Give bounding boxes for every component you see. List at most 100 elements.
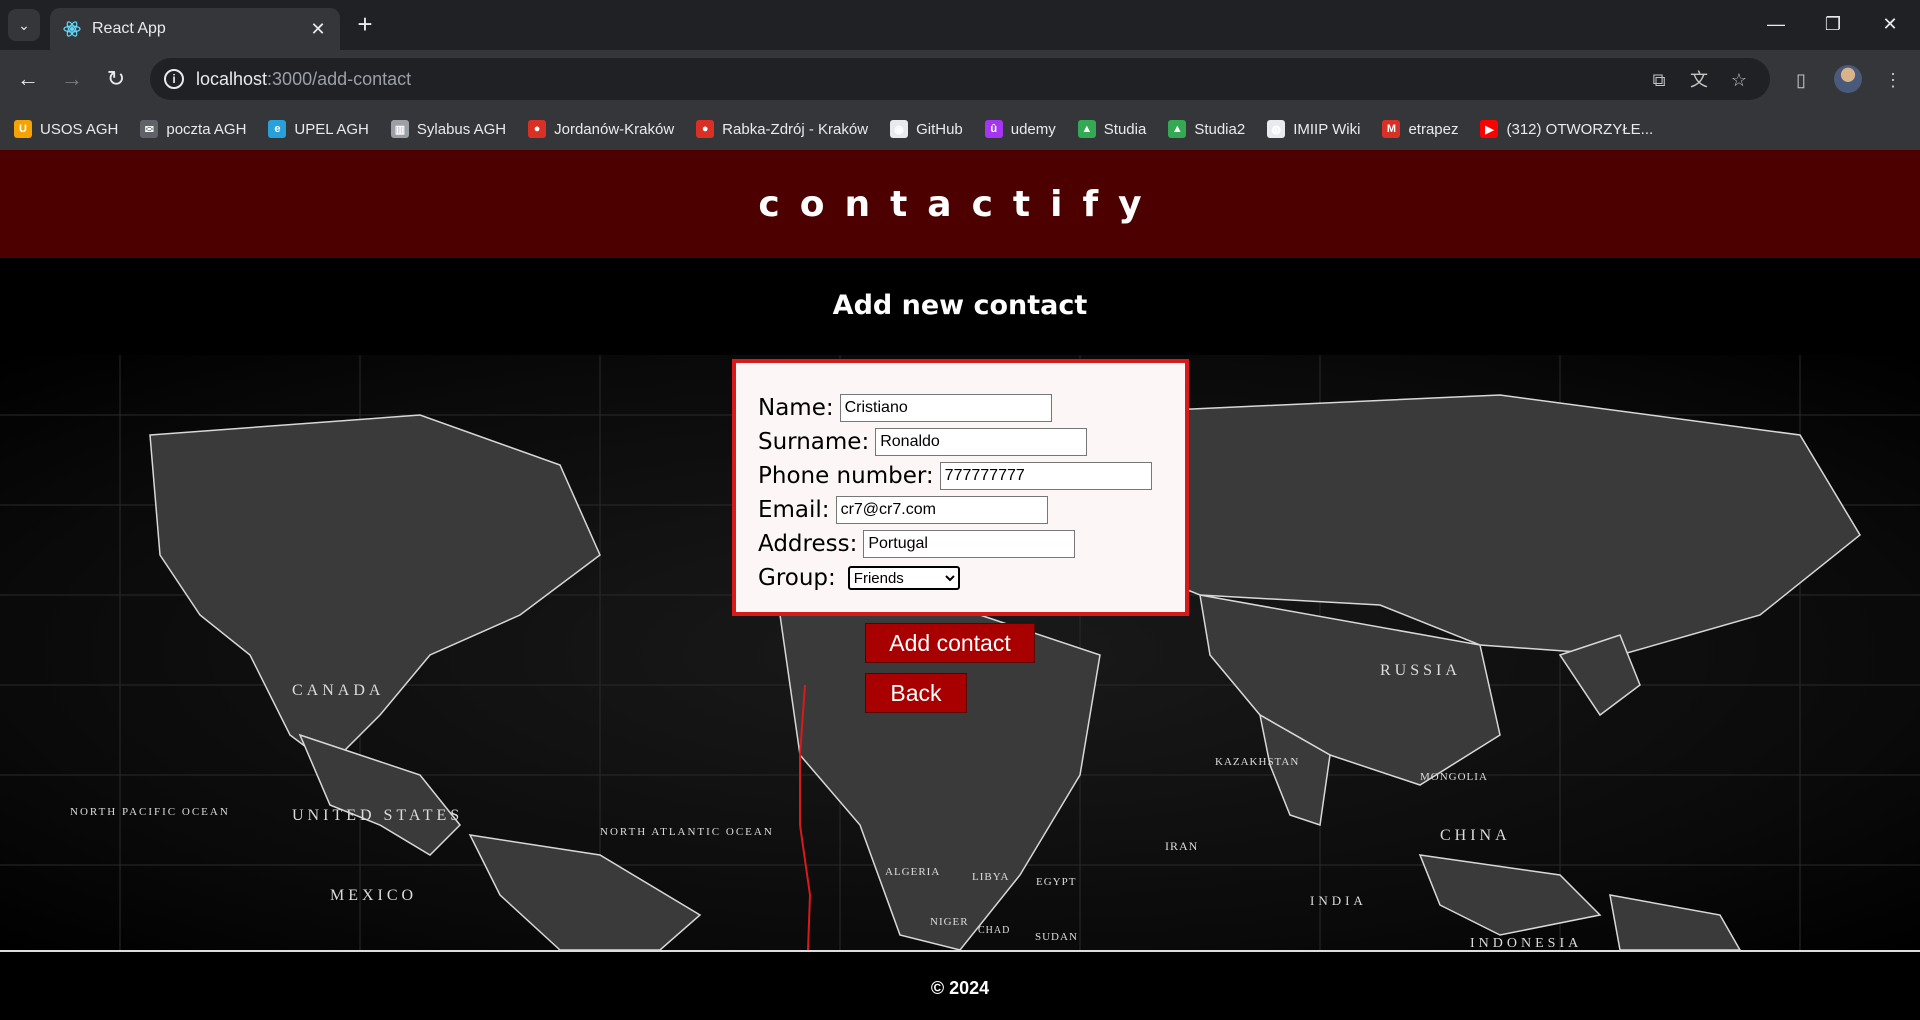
back-button[interactable]: Back bbox=[865, 673, 967, 713]
bookmark-item[interactable]: ● Jordanów-Kraków bbox=[528, 120, 674, 138]
bus-icon: ● bbox=[696, 120, 715, 138]
site-header: contactify bbox=[0, 150, 1920, 258]
side-panel-icon[interactable]: ▯ bbox=[1788, 67, 1814, 93]
new-tab-button[interactable]: + bbox=[352, 11, 378, 38]
page-heading: Add new contact bbox=[832, 290, 1088, 321]
bookmark-label: poczta AGH bbox=[166, 120, 247, 138]
tab-search-button[interactable]: ⌄ bbox=[8, 9, 40, 41]
bookmark-item[interactable]: ▥ Sylabus AGH bbox=[390, 120, 506, 138]
install-app-icon[interactable]: ⧉ bbox=[1646, 67, 1672, 93]
reload-icon[interactable]: ↻ bbox=[100, 63, 132, 95]
phone-row: Phone number: bbox=[758, 459, 1185, 493]
restore-icon[interactable]: ❐ bbox=[1813, 8, 1853, 40]
map-label-iran: IRAN bbox=[1165, 839, 1198, 853]
bookmark-item[interactable]: ◍ IMIIP Wiki bbox=[1267, 120, 1360, 138]
github-icon: ◉ bbox=[890, 120, 909, 138]
map-label-indonesia: INDONESIA bbox=[1470, 936, 1582, 950]
bookmark-item[interactable]: U USOS AGH bbox=[14, 120, 118, 138]
map-label-algeria: ALGERIA bbox=[885, 866, 940, 878]
map-label-india: INDIA bbox=[1310, 893, 1367, 908]
upel-icon: e bbox=[268, 120, 287, 138]
name-label: Name: bbox=[758, 395, 834, 421]
browser-tab[interactable]: React App ✕ bbox=[50, 8, 340, 50]
page-viewport: contactify Add new contact CANADA UNITED… bbox=[0, 150, 1920, 1020]
add-contact-form: Name: Surname: Phone number: Email: Addr… bbox=[732, 359, 1189, 616]
bookmark-item[interactable]: ◉ GitHub bbox=[890, 120, 963, 138]
address-input[interactable] bbox=[863, 530, 1076, 558]
map-label-mongolia: MONGOLIA bbox=[1420, 771, 1488, 783]
map-label-china: CHINA bbox=[1440, 827, 1511, 844]
surname-row: Surname: bbox=[758, 425, 1185, 459]
globe-icon: ◍ bbox=[1267, 120, 1286, 138]
react-icon bbox=[63, 21, 81, 37]
site-info-icon[interactable]: i bbox=[164, 69, 184, 89]
site-footer: © 2024 bbox=[0, 950, 1920, 1020]
group-row: Group: Friends bbox=[758, 561, 1185, 595]
bookmark-item[interactable]: Metrapez bbox=[1382, 120, 1458, 138]
map-label-kazakhstan: KAZAKHSTAN bbox=[1215, 756, 1299, 768]
phone-label: Phone number: bbox=[758, 463, 934, 489]
map-label-russia: RUSSIA bbox=[1380, 662, 1461, 679]
udemy-icon: û bbox=[984, 120, 1003, 138]
copyright-text: © 2024 bbox=[930, 978, 990, 998]
bus-icon: ● bbox=[528, 120, 547, 138]
bookmark-item[interactable]: ● Rabka-Zdrój - Kraków bbox=[696, 120, 868, 138]
name-row: Name: bbox=[758, 391, 1185, 425]
group-select[interactable]: Friends bbox=[847, 566, 960, 590]
bookmark-star-icon[interactable]: ☆ bbox=[1726, 67, 1752, 93]
phone-input[interactable] bbox=[939, 462, 1152, 490]
translate-icon[interactable]: 文 bbox=[1686, 67, 1712, 93]
email-input[interactable] bbox=[835, 496, 1048, 524]
map-label-egypt: EGYPT bbox=[1036, 876, 1076, 888]
bookmark-label: UPEL AGH bbox=[294, 120, 369, 138]
drive-icon: ▲ bbox=[1077, 120, 1096, 138]
bookmark-label: IMIIP Wiki bbox=[1293, 120, 1361, 138]
surname-input[interactable] bbox=[875, 428, 1088, 456]
bookmark-item[interactable]: ▲ Studia2 bbox=[1168, 120, 1245, 138]
tab-title: React App bbox=[92, 20, 166, 37]
address-row: Address: bbox=[758, 527, 1185, 561]
map-label-libya: LIBYA bbox=[972, 871, 1009, 883]
url-text[interactable]: localhost:3000/add-contact bbox=[196, 69, 411, 90]
bookmark-item[interactable]: û udemy bbox=[984, 120, 1056, 138]
email-label: Email: bbox=[758, 497, 830, 523]
map-label-north-pacific: NORTH PACIFIC OCEAN bbox=[70, 806, 230, 818]
bookmark-item[interactable]: ✉ poczta AGH bbox=[140, 120, 246, 138]
bookmarks-bar: U USOS AGH ✉ poczta AGH e UPEL AGH ▥ Sylabus AG… bbox=[0, 108, 1920, 150]
menu-dots-icon[interactable]: ⋮ bbox=[1880, 67, 1906, 93]
drive-icon: ▲ bbox=[1168, 120, 1187, 138]
map-label-chad: CHAD bbox=[978, 925, 1010, 936]
usos-icon: U bbox=[14, 120, 32, 138]
youtube-icon: ▶ bbox=[1480, 120, 1499, 138]
bookmark-label: GitHub bbox=[916, 120, 963, 138]
bookmark-label: Jordanów-Kraków bbox=[554, 120, 675, 138]
brand-title: contactify bbox=[758, 183, 1162, 225]
forward-arrow-icon[interactable]: → bbox=[56, 63, 88, 95]
close-tab-icon[interactable]: ✕ bbox=[308, 19, 328, 40]
address-label: Address: bbox=[758, 531, 858, 557]
bookmark-item[interactable]: e UPEL AGH bbox=[268, 120, 369, 138]
map-label-sudan: SUDAN bbox=[1035, 931, 1078, 943]
map-label-united-states: UNITED STATES bbox=[292, 807, 463, 824]
map-label-north-atlantic: NORTH ATLANTIC OCEAN bbox=[600, 826, 774, 838]
bookmark-item[interactable]: ▶ (312) OTWORZYŁE... bbox=[1480, 120, 1653, 138]
back-arrow-icon[interactable]: ← bbox=[12, 63, 44, 95]
bookmark-label: udemy bbox=[1010, 120, 1056, 138]
map-label-mexico: MEXICO bbox=[330, 887, 417, 904]
profile-avatar[interactable] bbox=[1834, 65, 1862, 93]
window-close-icon[interactable]: ✕ bbox=[1870, 8, 1910, 40]
browser-tab-bar: ⌄ React App ✕ + — ❐ ✕ bbox=[0, 0, 1920, 50]
map-label-canada: CANADA bbox=[292, 682, 384, 699]
add-contact-button[interactable]: Add contact bbox=[865, 623, 1035, 663]
bookmark-label: Studia bbox=[1103, 120, 1147, 138]
address-bar[interactable]: i localhost:3000/add-contact bbox=[150, 58, 1770, 100]
map-label-niger: NIGER bbox=[930, 916, 969, 928]
group-label: Group: bbox=[758, 565, 836, 591]
email-row: Email: bbox=[758, 493, 1185, 527]
bookmark-item[interactable]: ▲ Studia bbox=[1077, 120, 1147, 138]
bookmark-label: USOS AGH bbox=[40, 120, 119, 138]
bookmark-label: (312) OTWORZYŁE... bbox=[1506, 120, 1654, 138]
minimize-icon[interactable]: — bbox=[1756, 8, 1796, 40]
book-icon: ▥ bbox=[390, 120, 409, 138]
name-input[interactable] bbox=[839, 394, 1052, 422]
